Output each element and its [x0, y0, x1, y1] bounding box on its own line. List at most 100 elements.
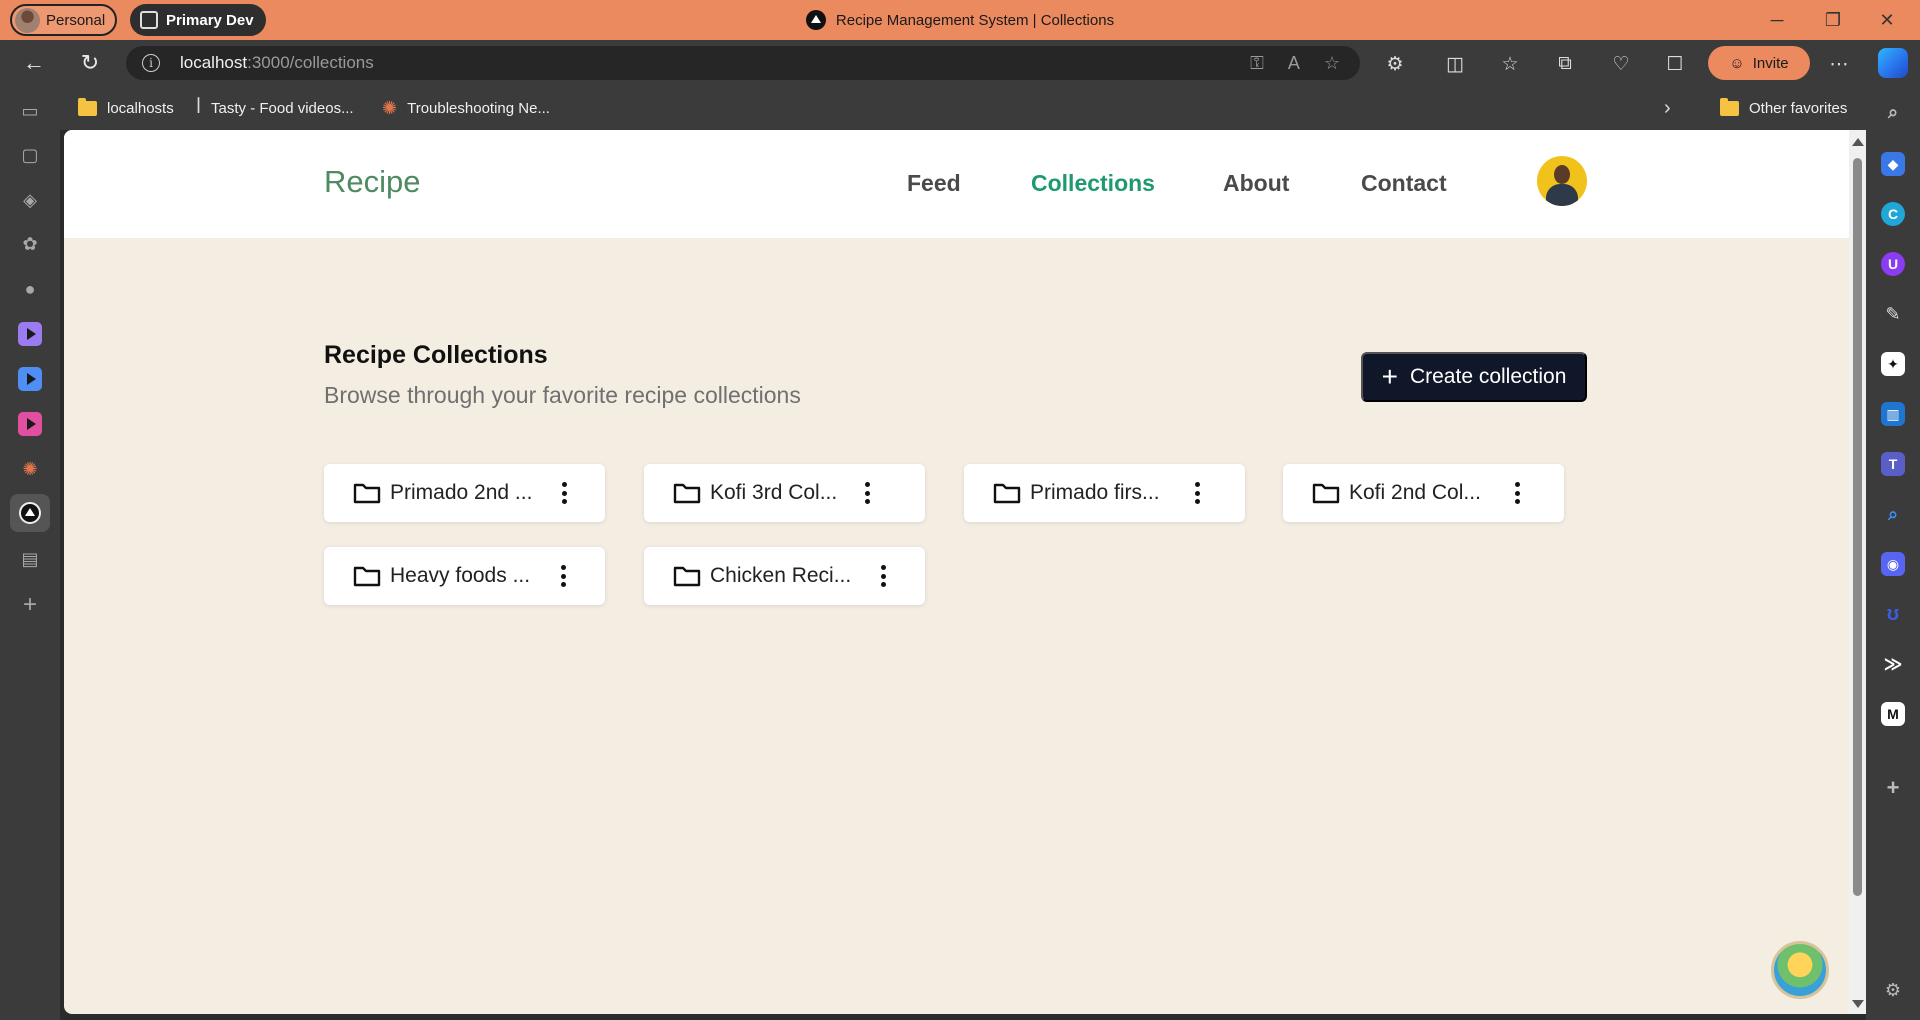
- collection-card[interactable]: Chicken Reci...: [644, 547, 925, 605]
- folder-icon: [1720, 97, 1739, 116]
- arrow-left-icon: ←: [23, 50, 45, 75]
- other-favorites-label: Other favorites: [1749, 99, 1848, 117]
- browser-essentials-icon[interactable]: ♡: [1608, 51, 1634, 77]
- folder-icon: [1312, 483, 1340, 504]
- site-favicon-icon: [19, 502, 41, 524]
- bookmarks-overflow-button[interactable]: ›: [1664, 86, 1671, 130]
- nav-collections[interactable]: Collections: [1031, 170, 1155, 197]
- folder-icon: [353, 566, 381, 587]
- tab-actions-icon[interactable]: ▭: [17, 98, 43, 124]
- nav-feed[interactable]: Feed: [907, 170, 961, 197]
- app-icon[interactable]: ʊ: [1881, 602, 1905, 626]
- workspace-button[interactable]: Primary Dev: [130, 4, 266, 36]
- scroll-up-icon[interactable]: [1852, 138, 1864, 146]
- favorite-star-icon[interactable]: ☆: [1324, 53, 1340, 74]
- tab-icon[interactable]: ◈: [17, 187, 43, 213]
- collection-card[interactable]: Primado 2nd ...: [324, 464, 605, 522]
- calendar-icon[interactable]: ▤: [17, 546, 43, 572]
- nav-contact[interactable]: Contact: [1361, 170, 1447, 197]
- collection-menu-button[interactable]: [1507, 480, 1527, 506]
- bookmark-tasty[interactable]: ꟾ Tasty - Food videos...: [196, 86, 354, 130]
- search-icon[interactable]: ⌕: [1881, 100, 1905, 124]
- collection-card[interactable]: Kofi 3rd Col...: [644, 464, 925, 522]
- address-bar[interactable]: i localhost:3000/collections ⚿ A ☆: [126, 46, 1360, 80]
- split-screen-icon[interactable]: ◫: [1442, 51, 1468, 77]
- collection-card[interactable]: Primado firs...: [964, 464, 1245, 522]
- plus-icon: +: [1381, 361, 1398, 392]
- teams-icon[interactable]: T: [1881, 452, 1905, 476]
- video-tab-icon[interactable]: [17, 411, 43, 437]
- read-aloud-icon[interactable]: A: [1288, 53, 1300, 74]
- address-bar-actions: ⚿ A ☆: [1250, 46, 1340, 80]
- chevron-right-icon: ›: [1664, 96, 1671, 119]
- site-logo[interactable]: Recipe: [324, 164, 421, 200]
- collection-menu-button[interactable]: [1187, 480, 1207, 506]
- extensions-icon[interactable]: ⚙: [1382, 51, 1408, 77]
- page-title: Recipe Collections: [324, 341, 548, 369]
- copilot-icon[interactable]: [1878, 48, 1908, 78]
- video-tab-icon[interactable]: [17, 321, 43, 347]
- add-app-icon[interactable]: +: [1881, 775, 1905, 800]
- bing-search-icon[interactable]: ⌕: [1881, 502, 1905, 526]
- page-scrollbar[interactable]: [1849, 130, 1866, 1014]
- folder-icon: [673, 483, 701, 504]
- floating-island-icon[interactable]: [1771, 941, 1829, 999]
- collection-menu-button[interactable]: [553, 563, 573, 589]
- collections-icon[interactable]: ⧉: [1552, 51, 1578, 77]
- trello-icon[interactable]: ▥: [1881, 402, 1905, 426]
- new-tab-icon[interactable]: +: [17, 591, 43, 618]
- profile-avatar: [15, 7, 40, 33]
- burst-icon: ✺: [382, 97, 398, 118]
- video-tab-icon[interactable]: [17, 366, 43, 392]
- minimize-button[interactable]: ─: [1752, 0, 1802, 40]
- invite-button[interactable]: ☺ Invite: [1708, 46, 1810, 80]
- burst-icon[interactable]: ✺: [17, 456, 43, 482]
- github-icon[interactable]: ●: [17, 276, 43, 302]
- collection-menu-button[interactable]: [873, 563, 893, 589]
- back-button[interactable]: ←: [18, 47, 50, 79]
- collection-name: Primado 2nd ...: [390, 481, 533, 504]
- site-info-icon[interactable]: i: [142, 54, 160, 72]
- copilot-app-icon[interactable]: ◆: [1881, 152, 1905, 176]
- gemini-icon[interactable]: ✦: [1881, 352, 1905, 376]
- collection-card[interactable]: Kofi 2nd Col...: [1283, 464, 1564, 522]
- settings-gear-icon[interactable]: ⚙: [1881, 978, 1905, 1002]
- window-title: Recipe Management System | Collections: [0, 0, 1920, 40]
- create-collection-button[interactable]: + Create collection: [1361, 352, 1587, 402]
- collection-card[interactable]: Heavy foods ...: [324, 547, 605, 605]
- collection-name: Kofi 2nd Col...: [1349, 481, 1481, 504]
- chatgpt-icon[interactable]: ✿: [17, 231, 43, 257]
- favorites-icon[interactable]: ☆: [1497, 51, 1523, 77]
- scrollbar-thumb[interactable]: [1853, 158, 1862, 896]
- refresh-button[interactable]: ↻: [74, 47, 106, 79]
- bookmark-troubleshooting[interactable]: ✺ Troubleshooting Ne...: [382, 86, 550, 130]
- app-icon[interactable]: ≫: [1881, 652, 1905, 676]
- other-favorites[interactable]: Other favorites: [1720, 86, 1847, 130]
- blank-tab-icon[interactable]: ▢: [17, 142, 43, 168]
- key-icon[interactable]: ⚿: [1250, 53, 1264, 74]
- quill-icon[interactable]: ✎: [1881, 302, 1905, 326]
- udemy-icon[interactable]: U: [1881, 252, 1905, 276]
- fork-icon: ꟾ: [196, 98, 202, 117]
- medium-icon[interactable]: M: [1881, 702, 1905, 726]
- more-options-icon[interactable]: ⋯: [1826, 51, 1852, 77]
- close-window-button[interactable]: ✕: [1862, 0, 1912, 40]
- profile-button[interactable]: Personal: [10, 4, 118, 36]
- user-avatar[interactable]: [1537, 156, 1587, 206]
- feedback-icon[interactable]: ☐: [1662, 51, 1688, 77]
- discord-icon[interactable]: ◉: [1881, 552, 1905, 576]
- bookmark-label: localhosts: [107, 99, 174, 117]
- active-tab[interactable]: [10, 494, 50, 532]
- create-collection-label: Create collection: [1409, 365, 1567, 388]
- collection-menu-button[interactable]: [857, 480, 877, 506]
- browser-toolbar: ← ↻ i localhost:3000/collections ⚿ A ☆ ⚙…: [0, 40, 1920, 86]
- collection-menu-button[interactable]: [554, 480, 574, 506]
- scroll-down-icon[interactable]: [1852, 1000, 1864, 1008]
- restore-button[interactable]: ❐: [1808, 0, 1858, 40]
- canva-icon[interactable]: C: [1881, 202, 1905, 226]
- minimize-icon: ─: [1770, 9, 1784, 30]
- bookmark-localhosts[interactable]: localhosts: [78, 86, 174, 130]
- folder-icon: [78, 97, 97, 116]
- folder-icon: [993, 483, 1021, 504]
- nav-about[interactable]: About: [1223, 170, 1289, 197]
